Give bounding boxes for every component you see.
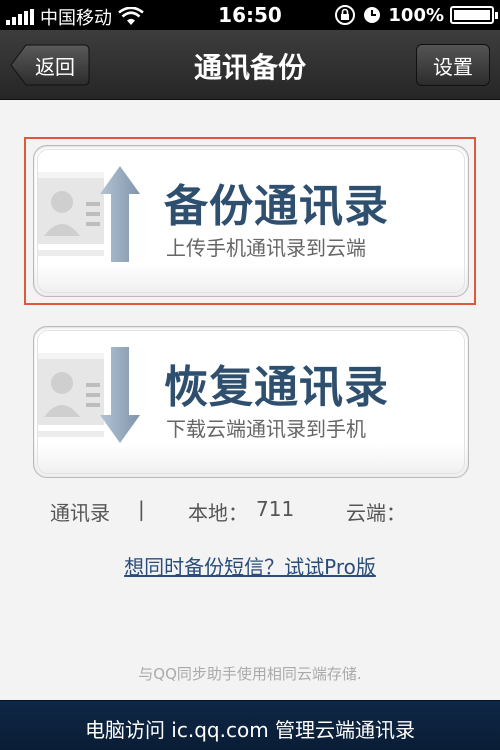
storage-note: 与QQ同步助手使用相同云端存储. (138, 665, 362, 683)
orientation-lock-icon (335, 5, 356, 25)
stats-separator: | (138, 497, 145, 521)
settings-button-label: 设置 (433, 54, 473, 79)
settings-button[interactable]: 设置 (416, 44, 490, 86)
signal-icon (6, 9, 34, 25)
backup-contacts-button[interactable]: 备份通讯录 上传手机通讯录到云端 (33, 145, 469, 297)
status-bar: 中国移动 16:50 100% (0, 0, 500, 30)
nav-bar: 返回 通讯备份 设置 (0, 30, 500, 100)
local-count-value: 711 (256, 497, 295, 521)
contact-upload-icon (38, 166, 140, 262)
footer-bar: 电脑访问 ic.qq.com 管理云端通讯录 (0, 700, 500, 750)
local-count-label: 本地： (188, 501, 248, 525)
stats-label: 通讯录 (50, 501, 110, 525)
wifi-icon (118, 7, 144, 25)
contact-stats: 通讯录 | 本地： 711 云端： (0, 497, 500, 527)
backup-title: 备份通讯录 (164, 181, 389, 232)
battery-icon (450, 6, 498, 24)
footer-text: 电脑访问 ic.qq.com 管理云端通讯录 (84, 718, 416, 742)
pro-version-link[interactable]: 想同时备份短信？试试Pro版 (0, 551, 500, 580)
backup-subtitle: 上传手机通讯录到云端 (166, 236, 366, 260)
battery-fill (454, 10, 490, 20)
alarm-clock-icon (364, 7, 381, 23)
cloud-count-label: 云端： (346, 501, 406, 525)
carrier-name: 中国移动 (40, 8, 112, 29)
status-right: 100% (334, 4, 498, 26)
restore-title: 恢复通讯录 (164, 362, 389, 413)
status-left: 中国移动 (6, 4, 144, 30)
restore-contacts-button[interactable]: 恢复通讯录 下载云端通讯录到手机 (33, 326, 469, 478)
battery-percent: 100% (388, 4, 444, 26)
restore-subtitle: 下载云端通讯录到手机 (166, 417, 366, 441)
main-content: 备份通讯录 上传手机通讯录到云端 恢复通讯录 下载云端通讯录到手机 通讯录 | … (0, 101, 500, 700)
contact-download-icon (38, 347, 140, 443)
